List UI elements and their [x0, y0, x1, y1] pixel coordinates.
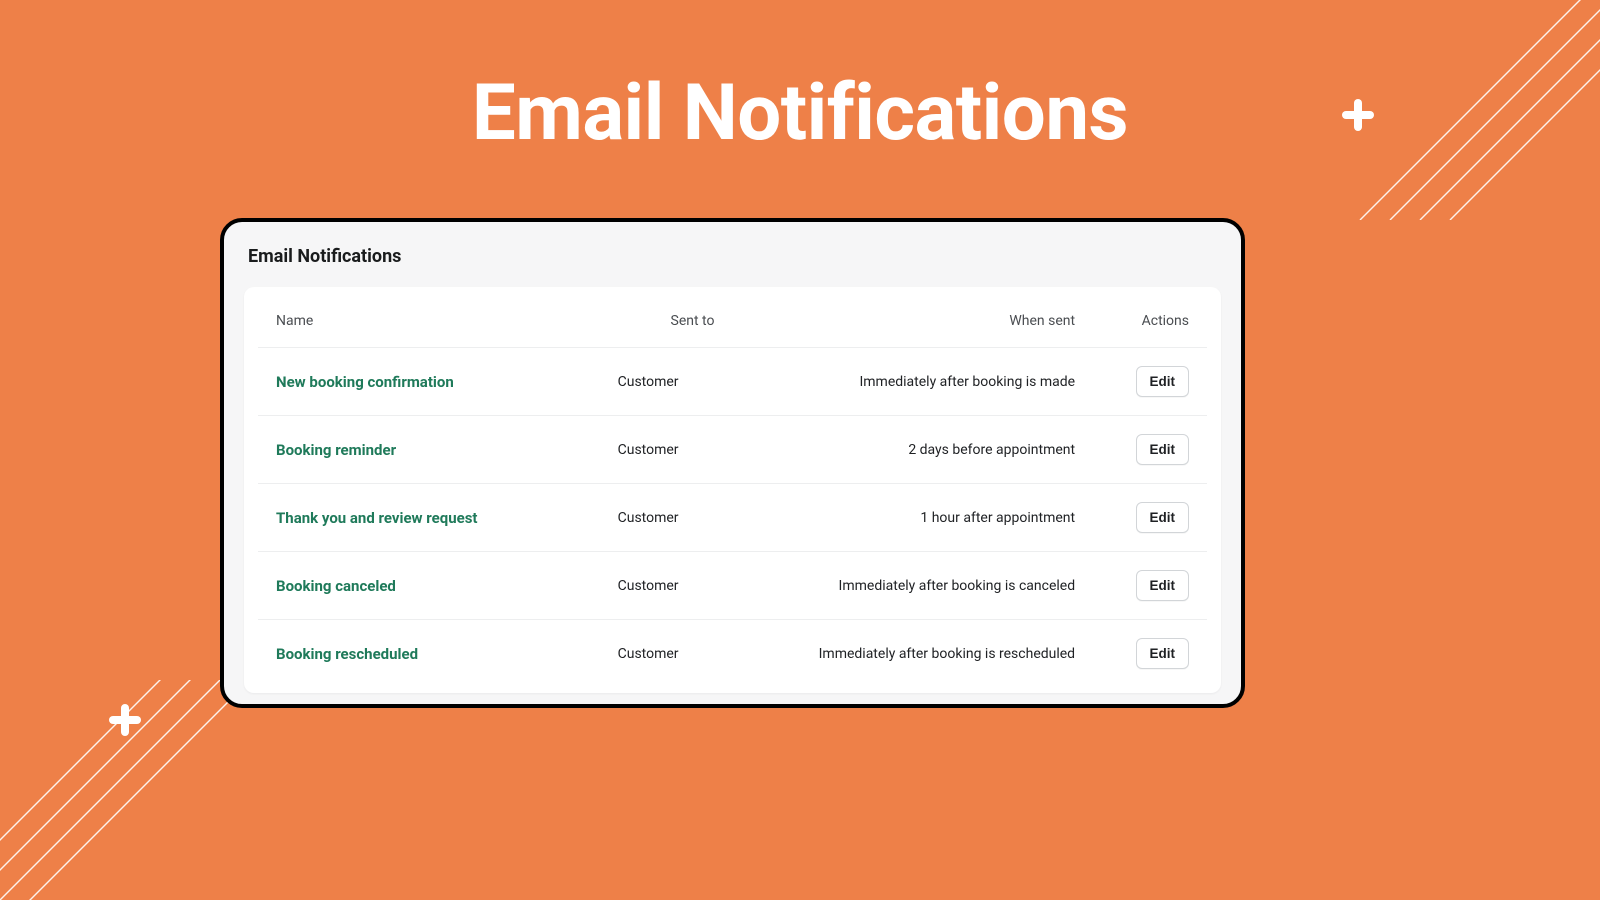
table-row: Thank you and review request Customer1 ho… — [258, 484, 1207, 552]
col-header-name: Name — [258, 297, 600, 348]
table-row: Booking reminder Customer2 days before ap… — [258, 416, 1207, 484]
email-notifications-panel: Email Notifications Name Sent to When se… — [220, 218, 1245, 708]
table-row: Booking rescheduled CustomerImmediately a… — [258, 620, 1207, 688]
notification-name-link[interactable]: New booking confirmation — [276, 373, 454, 391]
col-header-sent-to: Sent to — [600, 297, 733, 348]
notifications-table: Name Sent to When sent Actions New booki… — [258, 297, 1207, 687]
table-row: Booking canceled CustomerImmediately afte… — [258, 552, 1207, 620]
panel-title: Email Notifications — [248, 246, 1221, 267]
sent-to-cell: Customer — [600, 552, 733, 620]
notification-name-link[interactable]: Booking reminder — [276, 441, 396, 459]
sent-to-cell: Customer — [600, 620, 733, 688]
sent-to-cell: Customer — [600, 484, 733, 552]
sent-to-cell: Customer — [600, 416, 733, 484]
hero-title: Email Notifications — [0, 0, 1600, 159]
notification-name-link[interactable]: Booking canceled — [276, 577, 396, 595]
decor-lines-bottom-left — [0, 680, 360, 900]
when-sent-cell: Immediately after booking is canceled — [732, 552, 1093, 620]
edit-button[interactable]: Edit — [1136, 638, 1190, 669]
notification-name-link[interactable]: Booking rescheduled — [276, 645, 418, 663]
edit-button[interactable]: Edit — [1136, 570, 1190, 601]
notifications-card: Name Sent to When sent Actions New booki… — [244, 287, 1221, 693]
edit-button[interactable]: Edit — [1136, 502, 1190, 533]
when-sent-cell: Immediately after booking is made — [732, 348, 1093, 416]
sent-to-cell: Customer — [600, 348, 733, 416]
when-sent-cell: 2 days before appointment — [732, 416, 1093, 484]
table-row: New booking confirmation CustomerImmediat… — [258, 348, 1207, 416]
edit-button[interactable]: Edit — [1136, 434, 1190, 465]
col-header-when-sent: When sent — [732, 297, 1093, 348]
col-header-actions: Actions — [1093, 297, 1207, 348]
when-sent-cell: Immediately after booking is rescheduled — [732, 620, 1093, 688]
when-sent-cell: 1 hour after appointment — [732, 484, 1093, 552]
edit-button[interactable]: Edit — [1136, 366, 1190, 397]
notification-name-link[interactable]: Thank you and review request — [276, 509, 477, 527]
plus-icon — [105, 700, 145, 740]
